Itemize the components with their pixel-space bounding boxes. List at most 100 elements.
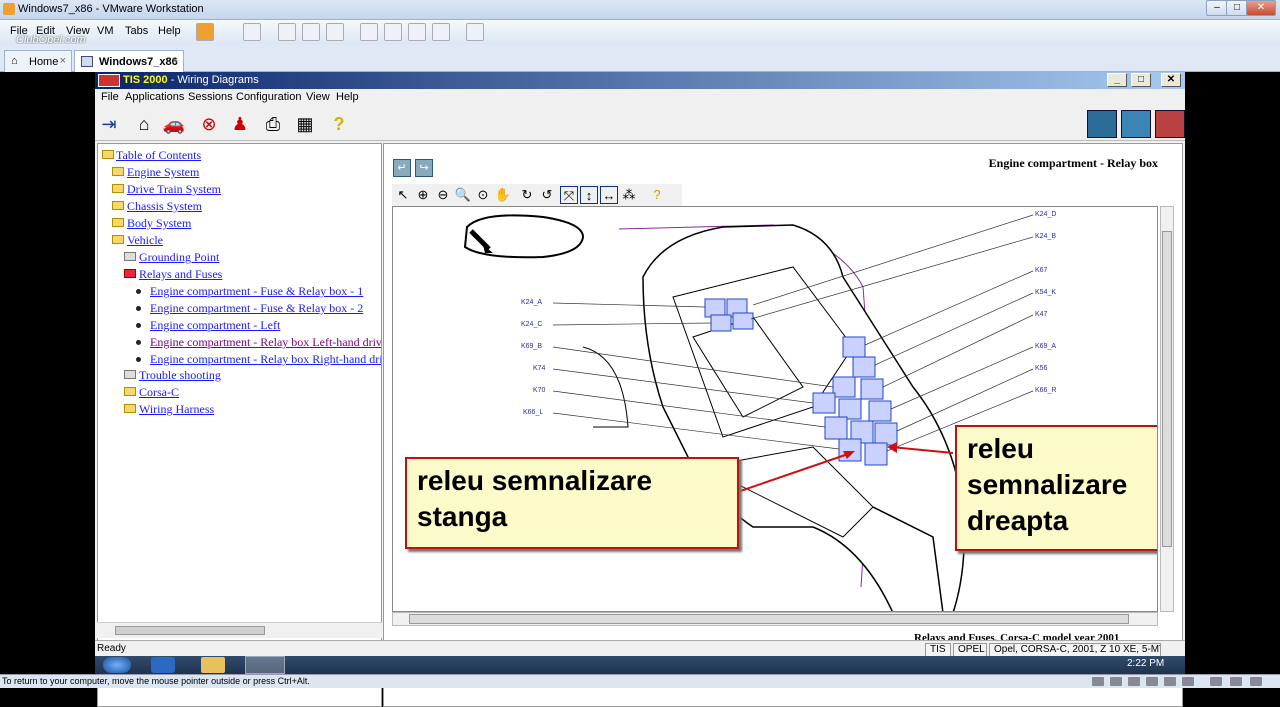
exit-icon[interactable]: ⇥ xyxy=(97,112,121,136)
tis-menu-sessions[interactable]: Sessions xyxy=(188,91,233,103)
rotate-right-icon[interactable]: ↻ xyxy=(518,186,536,204)
toc-engine-system[interactable]: Engine System xyxy=(127,165,199,180)
fullscreen-icon[interactable] xyxy=(408,23,426,41)
scrollbar-thumb[interactable] xyxy=(409,614,1129,624)
toc-wiring-harness[interactable]: Wiring Harness xyxy=(139,402,214,417)
person-icon[interactable]: ♟ xyxy=(228,112,252,136)
toc-body-system[interactable]: Body System xyxy=(127,216,191,231)
rotate-left-icon[interactable]: ↺ xyxy=(538,186,556,204)
toc-drive-train-system[interactable]: Drive Train System xyxy=(127,182,221,197)
toc-relay-item-1[interactable]: Engine compartment - Fuse & Relay box - … xyxy=(150,284,363,299)
console-view-icon[interactable] xyxy=(384,23,402,41)
repair-icon[interactable] xyxy=(1155,110,1185,138)
revert-snapshot-icon[interactable] xyxy=(302,23,320,41)
toc-relay-item-4[interactable]: Engine compartment - Relay box Left-hand… xyxy=(150,335,381,350)
maximize-button[interactable]: □ xyxy=(1226,0,1248,16)
zoom-icon[interactable]: 🔍 xyxy=(454,186,472,204)
vehicle-icon[interactable]: 🚗 xyxy=(162,112,186,136)
fit-page-icon[interactable]: ⤧ xyxy=(560,186,578,204)
toc-relay-item-2[interactable]: Engine compartment - Fuse & Relay box - … xyxy=(150,301,363,316)
tis-menu-applications[interactable]: Applications xyxy=(125,91,184,103)
menu-tabs[interactable]: Tabs xyxy=(125,25,148,37)
diagram-canvas[interactable]: K24_A K24_C K69_B K74 K70 K66_L K24_D K2… xyxy=(392,206,1158,612)
label-k47: K47 xyxy=(1035,311,1048,318)
zoom-window-icon[interactable]: ⊙ xyxy=(474,186,492,204)
snapshot-icon[interactable] xyxy=(278,23,296,41)
highlight-icon[interactable]: ⁂ xyxy=(620,186,638,204)
print-icon[interactable]: ⎙ xyxy=(261,112,285,136)
message-icon[interactable] xyxy=(1230,677,1242,686)
cd-drive-icon[interactable] xyxy=(1110,677,1122,686)
network-icon[interactable] xyxy=(1146,677,1158,686)
start-orb-icon[interactable] xyxy=(103,657,131,673)
calculator-icon[interactable]: ▦ xyxy=(293,112,317,136)
folder-icon xyxy=(124,404,136,413)
menu-help[interactable]: Help xyxy=(158,25,181,37)
toc-trouble-shooting[interactable]: Trouble shooting xyxy=(139,368,221,383)
tab-windows7[interactable]: Windows7_x86 × xyxy=(74,50,184,72)
help-icon[interactable]: ? xyxy=(327,112,351,136)
sidebar-toggle-icon[interactable] xyxy=(360,23,378,41)
minimize-button[interactable]: – xyxy=(1206,0,1228,16)
tab-home[interactable]: ⌂ Home × xyxy=(4,50,72,72)
folder-open-icon xyxy=(112,235,124,244)
toc-chassis-system[interactable]: Chassis System xyxy=(127,199,202,214)
tis-menu-help[interactable]: Help xyxy=(336,91,359,103)
fit-width-icon[interactable]: ↔ xyxy=(600,186,618,204)
scrollbar-thumb[interactable] xyxy=(1162,231,1172,547)
close-tab-icon[interactable]: × xyxy=(172,55,178,67)
explorer-icon[interactable] xyxy=(201,657,225,673)
help-icon[interactable]: ? xyxy=(648,186,666,204)
tree-horizontal-scrollbar[interactable] xyxy=(97,622,382,638)
fit-height-icon[interactable]: ↕ xyxy=(580,186,598,204)
home-icon: ⌂ xyxy=(11,55,18,67)
close-tab-icon[interactable]: × xyxy=(60,55,66,67)
vehicle-data-icon[interactable] xyxy=(1121,110,1151,138)
ie-icon[interactable] xyxy=(151,657,175,673)
toc-relay-item-5[interactable]: Engine compartment - Relay box Right-han… xyxy=(150,352,381,367)
callout-right-line-3: dreapta xyxy=(967,505,1069,536)
toc-relays-and-fuses[interactable]: Relays and Fuses xyxy=(139,267,222,282)
sound-icon[interactable] xyxy=(1182,677,1194,686)
toc-vehicle[interactable]: Vehicle xyxy=(127,233,163,248)
tis-brand: TIS 2000 - Wiring Diagrams xyxy=(123,74,259,86)
unity-icon[interactable] xyxy=(432,23,450,41)
document-icon xyxy=(124,252,136,261)
toc-root[interactable]: Table of Contents xyxy=(116,148,201,163)
printer-icon[interactable] xyxy=(1210,677,1222,686)
tis-menu-configuration[interactable]: Configuration xyxy=(236,91,301,103)
diagnostics-icon[interactable] xyxy=(1087,110,1117,138)
tis-taskbar-button[interactable] xyxy=(245,656,285,674)
tis-close-button[interactable]: ✕ xyxy=(1161,73,1181,87)
scrollbar-thumb[interactable] xyxy=(115,626,265,635)
pan-hand-icon[interactable]: ✋ xyxy=(494,186,512,204)
canvas-horizontal-scrollbar[interactable] xyxy=(392,612,1158,626)
hard-disk-icon[interactable] xyxy=(1092,677,1104,686)
zoom-in-icon[interactable]: ⊕ xyxy=(414,186,432,204)
home-icon[interactable]: ⌂ xyxy=(132,112,156,136)
usb-icon[interactable] xyxy=(1164,677,1176,686)
tis-minimize-button[interactable]: _ xyxy=(1107,73,1127,87)
cancel-icon[interactable]: ⊗ xyxy=(197,112,221,136)
floppy-icon[interactable] xyxy=(1128,677,1140,686)
back-icon[interactable]: ↵ xyxy=(393,159,411,177)
tis-menu-view[interactable]: View xyxy=(306,91,330,103)
menu-vm[interactable]: VM xyxy=(97,25,114,37)
canvas-vertical-scrollbar[interactable] xyxy=(1160,206,1174,612)
toc-relay-item-3[interactable]: Engine compartment - Left xyxy=(150,318,280,333)
snapshot-manager-icon[interactable] xyxy=(326,23,344,41)
tis-menu-file[interactable]: File xyxy=(101,91,119,103)
forward-icon[interactable]: ↪ xyxy=(415,159,433,177)
pointer-icon[interactable]: ↖ xyxy=(394,186,412,204)
thumbnail-view-icon[interactable] xyxy=(466,23,484,41)
close-button[interactable]: ✕ xyxy=(1246,0,1276,16)
zoom-out-icon[interactable]: ⊖ xyxy=(434,186,452,204)
bullet-icon xyxy=(136,340,141,345)
toc-grounding-point[interactable]: Grounding Point xyxy=(139,250,219,265)
tis-maximize-button[interactable]: □ xyxy=(1131,73,1151,87)
devices-icon[interactable] xyxy=(1250,677,1262,686)
folder-open-icon xyxy=(102,150,114,159)
pause-icon[interactable] xyxy=(196,23,214,41)
send-ctrl-alt-del-icon[interactable] xyxy=(243,23,261,41)
toc-corsa-c[interactable]: Corsa-C xyxy=(139,385,179,400)
